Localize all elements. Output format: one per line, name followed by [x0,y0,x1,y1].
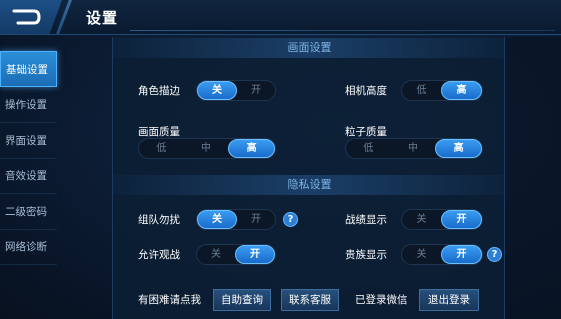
camera-height-label: 相机高度 [345,85,387,97]
option-low[interactable]: 低 [139,139,184,158]
allow-spectate-label: 允许观战 [138,249,180,261]
option-medium[interactable]: 中 [391,139,436,158]
sidebar-item-interface[interactable]: 界面设置 [0,123,57,159]
character-outline-toggle[interactable]: 关 开 [196,80,276,101]
option-off[interactable]: 关 [197,81,237,100]
header-bar: 设置 [0,0,561,35]
battle-display-label: 战绩显示 [345,214,387,226]
option-off[interactable]: 关 [197,245,235,264]
image-quality-selector[interactable]: 低 中 高 [138,138,276,159]
noble-display-label: 贵族显示 [345,249,387,261]
team-dnd-label: 组队勿扰 [138,214,180,226]
option-on[interactable]: 开 [237,210,275,229]
settings-screen: 设置 基础设置 操作设置 界面设置 音效设置 二级密码 网络诊断 画面设置 角色… [0,0,561,319]
sidebar-item-network[interactable]: 网络诊断 [0,229,57,265]
back-arrow-icon [12,9,41,25]
option-low[interactable]: 低 [346,139,391,158]
option-off[interactable]: 关 [402,210,441,229]
camera-height-toggle[interactable]: 低 高 [401,80,483,101]
option-high[interactable]: 高 [435,139,483,158]
particle-quality-label: 粒子质量 [345,126,387,138]
page-title: 设置 [86,9,119,27]
section-title-privacy: 隐私设置 [113,175,506,195]
right-margin [505,37,561,319]
team-dnd-toggle[interactable]: 关 开 [196,209,276,230]
character-outline-label: 角色描边 [138,85,180,97]
sidebar-item-controls[interactable]: 操作设置 [0,87,57,123]
login-status-text: 已登录微信 [355,294,408,306]
noble-display-toggle[interactable]: 关 开 [401,244,483,265]
sidebar-nav: 基础设置 操作设置 界面设置 音效设置 二级密码 网络诊断 [0,45,57,319]
option-medium[interactable]: 中 [184,139,229,158]
bottom-action-bar: 有困难请点我 自助查询 联系客服 已登录微信 退出登录 [113,286,506,319]
option-off[interactable]: 关 [197,210,237,229]
team-dnd-help-icon[interactable]: ? [283,212,298,227]
image-quality-label: 画面质量 [138,126,180,138]
particle-quality-selector[interactable]: 低 中 高 [345,138,483,159]
header-underline [130,30,555,31]
sidebar-item-audio[interactable]: 音效设置 [0,158,57,194]
contact-support-button[interactable]: 联系客服 [281,289,339,311]
allow-spectate-toggle[interactable]: 关 开 [196,244,276,265]
option-low[interactable]: 低 [402,81,441,100]
logout-button[interactable]: 退出登录 [419,289,479,311]
section-title-display: 画面设置 [113,38,506,58]
option-on[interactable]: 开 [237,81,275,100]
sidebar-item-password[interactable]: 二级密码 [0,194,57,230]
option-on[interactable]: 开 [441,210,482,229]
self-help-button[interactable]: 自助查询 [213,289,271,311]
option-high[interactable]: 高 [441,81,482,100]
sidebar-item-basic[interactable]: 基础设置 [0,51,57,87]
battle-display-toggle[interactable]: 关 开 [401,209,483,230]
option-on[interactable]: 开 [235,245,275,264]
option-off[interactable]: 关 [402,245,441,264]
option-on[interactable]: 开 [441,245,482,264]
back-button[interactable] [0,0,62,34]
help-prompt-text: 有困难请点我 [138,294,201,306]
noble-display-help-icon[interactable]: ? [487,247,502,262]
option-high[interactable]: 高 [228,139,276,158]
settings-panel: 画面设置 角色描边 关 开 相机高度 低 高 画面质量 低 中 高 粒子质量 低… [112,37,506,319]
